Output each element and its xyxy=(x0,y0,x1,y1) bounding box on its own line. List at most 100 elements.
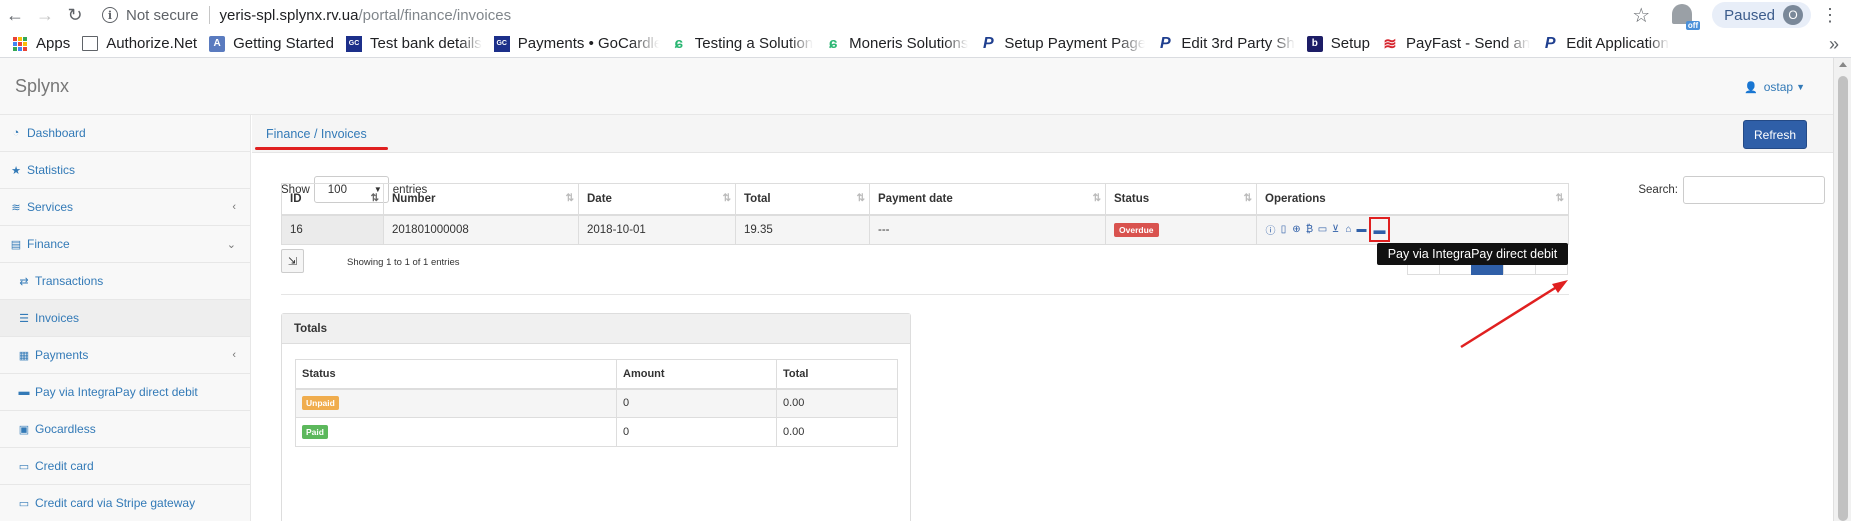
user-menu[interactable]: 👤 ostap ▼ xyxy=(1744,80,1805,94)
credit-card-icon: ▭ xyxy=(18,460,30,473)
sidebar-item-payments[interactable]: ▦ Payments ‹ xyxy=(0,337,250,374)
url-host: yeris-spl.splynx.rv.ua xyxy=(219,6,359,24)
bookmark-payments-gocardless[interactable]: GC Payments • GoCardless xyxy=(493,35,659,52)
list-icon: ☰ xyxy=(19,312,29,325)
payfast-favicon: ≋ xyxy=(1383,35,1397,53)
chevron-left-icon: ‹ xyxy=(232,201,236,213)
user-name: ostap xyxy=(1763,80,1794,94)
file-icon[interactable]: ▯ xyxy=(1278,224,1289,235)
info-icon[interactable]: i xyxy=(102,7,118,23)
invoices-table: ID ⇅ Number ⇅ Date ⇅ Total ⇅ Payment date ⇅ S… xyxy=(281,183,1569,245)
bookmark-testing-a-solution[interactable]: ɕ Testing a Solution xyxy=(671,35,814,52)
sort-icon: ⇅ xyxy=(856,193,866,204)
column-header-total[interactable]: Total ⇅ xyxy=(735,183,870,216)
bookmark-test-bank-details[interactable]: GC Test bank details xyxy=(346,35,482,52)
bookmark-payfast[interactable]: ≋ PayFast - Send an xyxy=(1382,35,1530,52)
bookmark-edit-application[interactable]: P Edit Application xyxy=(1542,35,1669,52)
bookmark-authorize-net[interactable]: Authorize.Net xyxy=(82,35,197,52)
bookmark-edit-3rd-party[interactable]: P Edit 3rd Party Sh xyxy=(1157,35,1295,52)
search-label: Search: xyxy=(1638,184,1678,196)
status-badge: Paid xyxy=(302,425,328,439)
sort-icon: ⇅ xyxy=(1092,193,1102,204)
sidebar-item-gocardless[interactable]: ▣ Gocardless xyxy=(0,411,250,448)
cell-amount: 0 xyxy=(616,417,777,447)
sidebar-item-services[interactable]: ≋ Services ‹ xyxy=(0,189,250,226)
breadcrumb[interactable]: Finance / Invoices xyxy=(266,127,367,141)
divider xyxy=(281,294,1569,295)
integrapay-direct-debit-icon[interactable]: ▬ xyxy=(1369,217,1390,243)
column-header-number[interactable]: Number ⇅ xyxy=(383,183,579,216)
browser-menu-icon[interactable]: ⋮ xyxy=(1819,5,1841,26)
bookmark-setup[interactable]: b Setup xyxy=(1306,35,1370,52)
sidebar-item-transactions[interactable]: ⇄ Transactions xyxy=(0,263,250,300)
sidebar-item-finance[interactable]: ▤ Finance ⌄ xyxy=(0,226,250,263)
paypal-favicon: P xyxy=(1160,35,1171,52)
column-header-status[interactable]: Status ⇅ xyxy=(1105,183,1257,216)
cell-number: 201801000008 xyxy=(383,214,579,245)
status-badge: Overdue xyxy=(1114,222,1159,237)
extension-icon[interactable]: off xyxy=(1672,4,1701,30)
page-icon xyxy=(82,36,99,51)
bookmark-star-icon[interactable]: ☆ xyxy=(1632,3,1650,28)
cell-total: 19.35 xyxy=(735,214,870,245)
search-input[interactable] xyxy=(1683,176,1825,204)
cell-total: 0.00 xyxy=(776,388,898,418)
profile-paused-button[interactable]: Paused O xyxy=(1712,2,1811,28)
scroll-up-icon[interactable] xyxy=(1839,62,1847,67)
info-icon[interactable]: ⓘ xyxy=(1265,222,1276,237)
table-row: Paid 0 0.00 xyxy=(295,417,898,447)
back-icon[interactable]: ← xyxy=(0,0,30,30)
bookmarks-bar: Apps Authorize.Net A Getting Started GC … xyxy=(0,30,1851,58)
column-header-amount: Amount xyxy=(616,359,777,390)
credit-card-icon[interactable]: ▭ xyxy=(1317,224,1328,235)
bookmark-setup-payment-page[interactable]: P Setup Payment Page xyxy=(980,35,1145,52)
bookmark-getting-started[interactable]: A Getting Started xyxy=(209,35,334,52)
app-header: Splynx 👤 ostap ▼ xyxy=(0,58,1833,115)
sort-icon: ⇅ xyxy=(722,193,732,204)
bookmarks-overflow-icon[interactable]: » xyxy=(1829,34,1839,55)
sidebar-item-dashboard[interactable]: ◔ Dashboard xyxy=(0,115,250,152)
not-secure-label: Not secure xyxy=(126,6,199,24)
export-button[interactable]: ⇲ xyxy=(281,249,304,273)
bookmark-apps[interactable]: Apps xyxy=(12,35,70,52)
column-header-id[interactable]: ID ⇅ xyxy=(281,183,384,216)
scrollbar-thumb[interactable] xyxy=(1838,76,1848,521)
bank-icon[interactable]: ⌂ xyxy=(1343,224,1354,235)
sort-icon: ⇅ xyxy=(565,193,575,204)
cell-status: Overdue xyxy=(1105,214,1257,245)
sidebar-item-stripe[interactable]: ▭ Credit card via Stripe gateway xyxy=(0,485,250,521)
credit-card-icon: ▭ xyxy=(18,497,30,510)
url-path: /portal/finance/invoices xyxy=(358,6,512,24)
sidebar-item-credit-card[interactable]: ▭ Credit card xyxy=(0,448,250,485)
paused-label: Paused xyxy=(1724,6,1775,24)
browser-toolbar: ← → ↻ i Not secure yeris-spl.splynx.rv.u… xyxy=(0,0,1851,30)
column-header-operations[interactable]: Operations ⇅ xyxy=(1256,183,1569,216)
card-icon[interactable]: ▬ xyxy=(1356,224,1367,235)
page-scrollbar[interactable] xyxy=(1833,58,1851,521)
sidebar-item-invoices[interactable]: ☰ Invoices xyxy=(0,300,250,337)
cell-date: 2018-10-01 xyxy=(578,214,736,245)
column-header-payment-date[interactable]: Payment date ⇅ xyxy=(869,183,1106,216)
address-bar[interactable]: i Not secure yeris-spl.splynx.rv.ua/port… xyxy=(102,6,511,24)
paypal-favicon: P xyxy=(1544,35,1556,52)
column-header-date[interactable]: Date ⇅ xyxy=(578,183,736,216)
moneris-favicon: ɕ xyxy=(674,35,683,52)
refresh-button[interactable]: Refresh xyxy=(1743,120,1807,149)
cart-icon[interactable]: ⊻ xyxy=(1330,224,1341,235)
table-row[interactable]: 16 201801000008 2018-10-01 19.35 --- Ove… xyxy=(281,214,1569,245)
search-control: Search: xyxy=(1638,176,1825,204)
bitcoin-icon[interactable]: ₿ xyxy=(1304,224,1315,235)
sidebar-item-statistics[interactable]: ★ Statistics xyxy=(0,152,250,189)
sidebar-item-integrapay[interactable]: ▬ Pay via IntegraPay direct debit xyxy=(0,374,250,411)
brand-logo[interactable]: Splynx xyxy=(15,76,69,97)
url-divider xyxy=(208,6,210,24)
sort-icon: ⇅ xyxy=(1555,193,1565,204)
forward-icon[interactable]: → xyxy=(30,0,60,30)
avatar: O xyxy=(1783,5,1803,25)
cell-operations: ⓘ ▯ ⊕ ₿ ▭ ⊻ ⌂ ▬ ▬ xyxy=(1256,214,1569,245)
reload-icon[interactable]: ↻ xyxy=(60,0,90,30)
dashboard-icon: ◔ xyxy=(12,127,20,139)
bookmark-moneris-solutions[interactable]: ɕ Moneris Solutions xyxy=(825,35,968,52)
payments-icon: ▦ xyxy=(18,349,30,362)
download-icon[interactable]: ⊕ xyxy=(1291,224,1302,235)
